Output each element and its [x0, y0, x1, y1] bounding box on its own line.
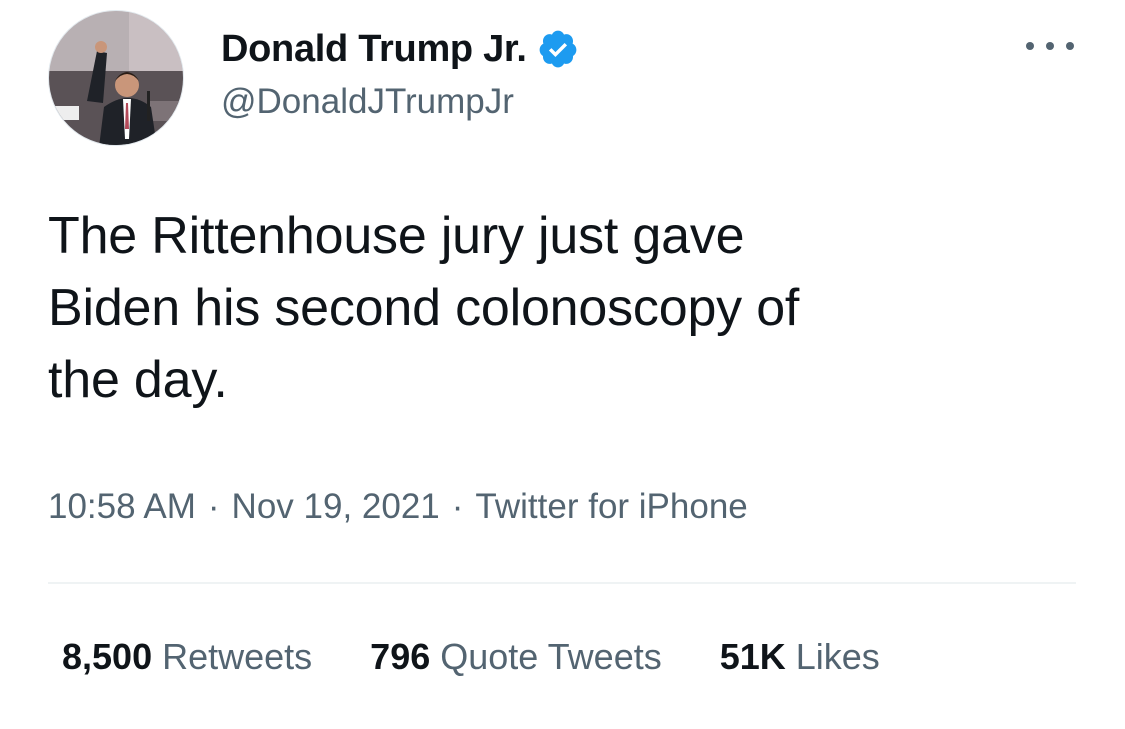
tweet-text-line: the day. — [48, 351, 228, 409]
avatar[interactable] — [48, 10, 184, 146]
likes-stat[interactable]: 51K Likes — [720, 636, 880, 678]
tweet-stats: 8,500 Retweets 796 Quote Tweets 51K Like… — [62, 636, 880, 678]
more-dot — [1026, 42, 1034, 50]
tweet-detail: Donald Trump Jr. @DonaldJTrumpJr The Rit… — [0, 0, 1125, 729]
more-dot — [1046, 42, 1054, 50]
meta-separator: · — [451, 487, 464, 526]
more-dot — [1066, 42, 1074, 50]
quote-tweets-label: Quote Tweets — [440, 636, 662, 677]
likes-count: 51K — [719, 636, 786, 677]
quote-tweets-count: 796 — [370, 636, 431, 677]
divider — [48, 582, 1076, 584]
user-handle[interactable]: @DonaldJTrumpJr — [221, 82, 514, 122]
tweet-text: The Rittenhouse jury just gave Biden his… — [48, 200, 1078, 416]
tweet-source[interactable]: Twitter for iPhone — [475, 487, 747, 527]
meta-separator: · — [207, 487, 220, 526]
retweets-label: Retweets — [162, 636, 313, 677]
profile-photo-icon — [49, 11, 183, 145]
verified-badge-icon — [537, 28, 579, 70]
retweets-count: 8,500 — [62, 636, 153, 677]
tweet-time[interactable]: 10:58 AM — [48, 487, 196, 527]
likes-label: Likes — [795, 636, 880, 677]
tweet-text-line: The Rittenhouse jury just gave — [48, 207, 745, 265]
tweet-meta: 10:58 AM · Nov 19, 2021 · Twitter for iP… — [48, 487, 748, 527]
retweets-stat[interactable]: 8,500 Retweets — [62, 636, 312, 678]
tweet-text-line: Biden his second colonoscopy of — [48, 279, 800, 337]
quote-tweets-stat[interactable]: 796 Quote Tweets — [370, 636, 662, 678]
more-options-icon[interactable] — [1026, 36, 1074, 56]
tweet-date[interactable]: Nov 19, 2021 — [232, 487, 440, 527]
display-name[interactable]: Donald Trump Jr. — [221, 28, 527, 71]
display-name-row[interactable]: Donald Trump Jr. — [221, 24, 579, 74]
